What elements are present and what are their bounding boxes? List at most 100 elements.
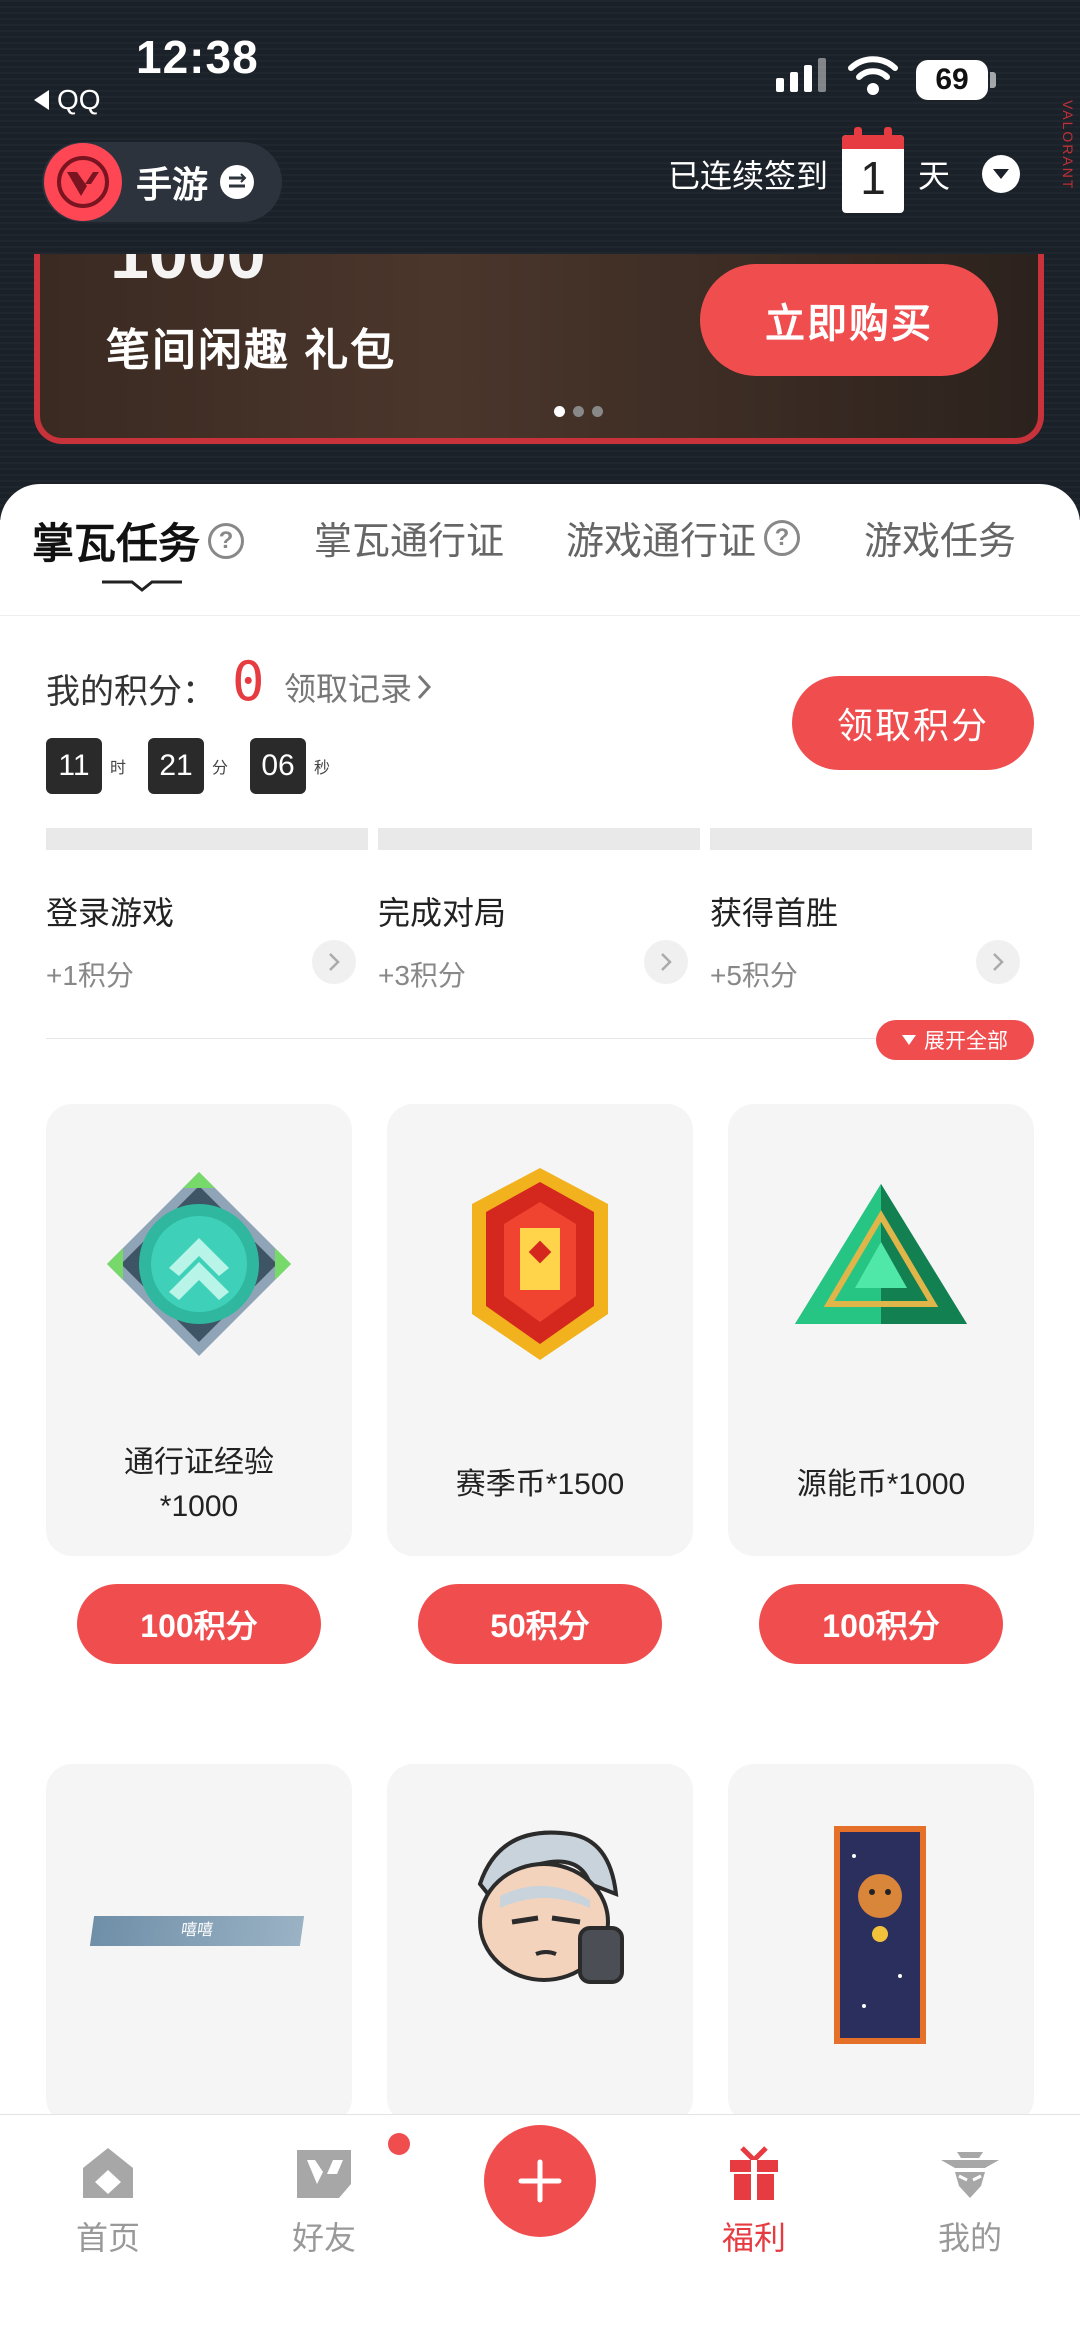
tab-bar: 掌瓦任务 ? 掌瓦通行证 游戏通行证 ? 游戏任务: [0, 484, 1080, 616]
season-coin-icon: [440, 1164, 640, 1364]
banner-price: 1000: [110, 254, 266, 293]
reward-title: 赛季币*1500: [455, 1468, 625, 1501]
help-icon[interactable]: ?: [764, 519, 801, 556]
radianite-icon: [781, 1164, 981, 1364]
task-name: 完成对局: [378, 895, 507, 931]
checkin-dropdown-icon[interactable]: [982, 155, 1021, 193]
nav-friends[interactable]: 好友: [244, 2133, 410, 2259]
nav-label: 好友: [291, 2220, 356, 2256]
task-item[interactable]: 登录游戏 +1积分: [46, 828, 368, 994]
checkin-status: 已连续签到 1 天: [668, 127, 1021, 214]
gift-icon: [722, 2143, 786, 2203]
reward-card[interactable]: 源能币*1000: [728, 1104, 1034, 1556]
reward-subtitle: *1000: [159, 1490, 239, 1523]
tab-game-pass[interactable]: 游戏通行证 ?: [566, 510, 801, 565]
reward-card[interactable]: 通行证经验 *1000: [46, 1104, 352, 1556]
reward-card[interactable]: 嘻嘻: [46, 1764, 352, 2124]
profile-icon: [938, 2143, 1002, 2203]
calendar-icon: 1: [842, 127, 905, 213]
back-arrow-icon: [34, 90, 49, 110]
title-card-icon: 嘻嘻: [89, 1916, 305, 1946]
claim-points-button[interactable]: 领取积分: [792, 676, 1034, 770]
countdown-hours: 11: [46, 738, 102, 794]
chevron-right-icon: [417, 674, 432, 700]
task-item[interactable]: 获得首胜 +5积分: [710, 828, 1032, 994]
home-icon: [76, 2143, 140, 2203]
tab-zhangwa-pass[interactable]: 掌瓦通行证: [314, 510, 504, 565]
header: 12:38 QQ 69 手游 已连续签到 1 天 VALORANT 1000 笔…: [0, 0, 1080, 520]
countdown-timer: 11 时 21 分 06 秒: [46, 738, 344, 794]
checkin-prefix: 已连续签到: [668, 158, 829, 194]
expand-all-button[interactable]: 展开全部: [876, 1020, 1034, 1060]
triangle-down-icon: [902, 1035, 916, 1045]
countdown-seconds: 06: [250, 738, 307, 794]
carousel-dots[interactable]: [554, 406, 603, 417]
buy-now-button[interactable]: 立即购买: [700, 264, 998, 376]
title-card-text: 嘻嘻: [179, 1922, 215, 1939]
task-progress-bar: [710, 828, 1032, 850]
notification-badge: [388, 2133, 410, 2155]
wifi-icon: [848, 56, 898, 95]
tab-label: 掌瓦通行证: [314, 521, 505, 563]
battery-tip: [990, 72, 996, 88]
banner-title: 笔间闲趣 礼包: [106, 326, 397, 375]
task-progress-bar: [46, 828, 368, 850]
reward-card[interactable]: [728, 1764, 1034, 2124]
reward-card[interactable]: [387, 1764, 693, 2124]
minutes-unit: 分: [212, 760, 229, 777]
task-item[interactable]: 完成对局 +3积分: [378, 828, 700, 994]
swap-icon: [220, 165, 255, 199]
countdown-minutes: 21: [148, 738, 205, 794]
redeem-button[interactable]: 50积分: [418, 1584, 662, 1664]
claim-record-link[interactable]: 领取记录: [284, 664, 432, 710]
reward-title: 源能币*1000: [796, 1468, 966, 1501]
expand-label: 展开全部: [924, 1030, 1008, 1053]
chevron-right-icon[interactable]: [644, 940, 688, 984]
side-brand-text: VALORANT: [1060, 100, 1076, 191]
redeem-button[interactable]: 100积分: [759, 1584, 1003, 1664]
hours-unit: 时: [110, 760, 127, 777]
nav-label: 首页: [75, 2220, 140, 2256]
spray-avatar-icon: [440, 1804, 640, 2004]
task-progress-bar: [378, 828, 700, 850]
nav-profile[interactable]: 我的: [890, 2143, 1050, 2259]
status-time: 12:38: [136, 31, 259, 83]
nav-label: 福利: [721, 2220, 786, 2256]
checkin-suffix: 天: [918, 158, 951, 194]
nav-welfare[interactable]: 福利: [674, 2143, 834, 2259]
plus-icon[interactable]: [484, 2125, 596, 2237]
points-value: 0: [232, 650, 265, 713]
redeem-button[interactable]: 100积分: [77, 1584, 321, 1664]
battery-indicator: 69: [916, 60, 988, 100]
game-name: 手游: [136, 164, 209, 205]
chevron-right-icon[interactable]: [312, 940, 356, 984]
back-to-app[interactable]: QQ: [34, 84, 101, 116]
tab-label: 掌瓦任务: [32, 520, 201, 567]
valorant-logo-icon: [44, 143, 122, 221]
tab-zhangwa-tasks[interactable]: 掌瓦任务 ?: [32, 510, 245, 571]
task-name: 登录游戏: [46, 895, 175, 931]
points-label: 我的积分：: [46, 673, 216, 711]
checkin-days: 1: [860, 152, 886, 204]
player-card-icon: [834, 1826, 926, 2044]
help-icon[interactable]: ?: [208, 522, 245, 559]
chevron-right-icon[interactable]: [976, 940, 1020, 984]
signal-icon: [776, 58, 826, 92]
pass-xp-icon: [99, 1164, 299, 1364]
record-label: 领取记录: [284, 671, 413, 707]
nav-label: 我的: [937, 2220, 1002, 2256]
task-name: 获得首胜: [710, 895, 839, 931]
promo-banner[interactable]: 1000 笔间闲趣 礼包 立即购买: [34, 254, 1044, 444]
tab-game-tasks[interactable]: 游戏任务: [864, 510, 1016, 565]
friends-icon: [292, 2133, 410, 2203]
reward-title: 通行证经验: [124, 1446, 274, 1479]
bottom-nav: 首页 好友 福利 我的: [0, 2114, 1080, 2341]
seconds-unit: 秒: [314, 760, 331, 777]
tab-label: 游戏任务: [864, 521, 1017, 563]
tab-label: 游戏通行证: [566, 521, 757, 563]
game-switcher[interactable]: 手游: [42, 142, 282, 222]
main-content: 掌瓦任务 ? 掌瓦通行证 游戏通行证 ? 游戏任务 我的积分： 0 领取记录 1…: [0, 484, 1080, 2124]
back-app-label: QQ: [57, 84, 101, 115]
nav-home[interactable]: 首页: [28, 2143, 188, 2259]
reward-card[interactable]: 赛季币*1500: [387, 1104, 693, 1556]
